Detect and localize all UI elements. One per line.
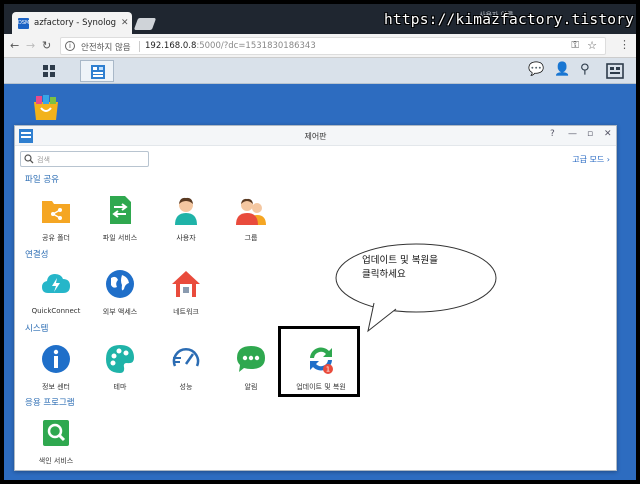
item-external-access[interactable]: 외부 액세스 [90, 269, 150, 317]
maximize-icon[interactable]: ▫ [587, 129, 593, 139]
user-icon [175, 197, 197, 225]
close-icon[interactable]: ✕ [604, 129, 612, 139]
speedometer-icon [172, 348, 200, 367]
chat-icon[interactable]: 💬 [528, 62, 544, 77]
callout-text: 업데이트 및 복원을 클릭하세요 [362, 254, 482, 282]
item-quickconnect[interactable]: QuickConnect [26, 269, 86, 315]
item-label: 정보 센터 [42, 383, 70, 391]
item-label: 그룹 [244, 234, 258, 242]
item-label: 성능 [179, 383, 193, 391]
forward-arrow-icon[interactable]: → [26, 39, 35, 52]
browser-menu-icon[interactable]: ⋮ [619, 38, 630, 51]
globe-icon [106, 270, 134, 298]
section-title-file-sharing: 파일 공유 [25, 175, 59, 185]
item-label: 파일 서비스 [102, 234, 138, 242]
item-label: 색인 서비스 [38, 457, 74, 465]
main-menu-button[interactable] [30, 61, 68, 81]
item-label: 테마 [113, 383, 127, 391]
shared-folder-icon [42, 201, 70, 223]
item-file-services[interactable]: 파일 서비스 [90, 195, 150, 243]
control-panel-window: 제어판 ? — ▫ ✕ 검색 고급 모드 › 파일 공유 공유 폴더 파일 서비… [14, 125, 617, 471]
user-icon[interactable]: 👤 [554, 62, 570, 77]
info-icon [42, 345, 70, 373]
item-indexing-service[interactable]: 색인 서비스 [26, 418, 86, 466]
address-toolbar: ← → ↻ i 안전하지 않음 192.168.0.8:5000/?dc=153… [4, 34, 636, 58]
advanced-mode-link[interactable]: 고급 모드 › [572, 154, 610, 165]
back-arrow-icon[interactable]: ← [10, 39, 19, 52]
widgets-icon[interactable] [606, 63, 624, 79]
item-label: 사용자 [176, 234, 196, 242]
highlight-box [278, 326, 360, 397]
url-path: :5000/?dc=1531830186343 [196, 41, 316, 51]
item-label: 외부 액세스 [102, 308, 138, 316]
section-title-connectivity: 연결성 [25, 250, 49, 260]
info-icon[interactable]: i [65, 41, 75, 51]
security-warning: 안전하지 않음 [81, 43, 131, 53]
callout-line-1: 업데이트 및 복원을 [362, 255, 438, 266]
minimize-icon[interactable]: — [568, 129, 577, 139]
speech-bubble-icon [237, 346, 265, 372]
quickconnect-icon [42, 274, 70, 293]
file-services-icon [110, 196, 131, 224]
advanced-mode-label: 고급 모드 [572, 155, 605, 164]
item-group[interactable]: 그룹 [221, 195, 281, 243]
item-label: 공유 폴더 [42, 234, 70, 242]
search-input[interactable]: 검색 [20, 151, 149, 167]
address-bar[interactable]: i 안전하지 않음 192.168.0.8:5000/?dc=153183018… [60, 37, 606, 55]
reload-icon[interactable]: ↻ [42, 39, 51, 52]
dsm-favicon-icon: DSM [18, 17, 29, 29]
item-shared-folder[interactable]: 공유 폴더 [26, 195, 86, 243]
control-panel-icon [91, 65, 105, 79]
search-icon [24, 154, 34, 164]
help-icon[interactable]: ? [550, 129, 555, 139]
screenshot-frame: DSM azfactory - Synology Di ✕ 사용자 이름 ← →… [4, 4, 636, 480]
callout-line-2: 클릭하세요 [362, 269, 406, 280]
indexing-search-icon [43, 420, 69, 446]
key-icon[interactable]: ⚿ [571, 40, 579, 51]
package-center-desktop-icon[interactable] [32, 94, 60, 120]
item-network[interactable]: 네트워크 [156, 269, 216, 317]
search-placeholder: 검색 [37, 156, 50, 164]
browser-tab[interactable]: DSM azfactory - Synology Di ✕ [12, 12, 132, 34]
item-notification[interactable]: 알림 [221, 344, 281, 392]
item-label: 네트워크 [173, 308, 199, 316]
palette-icon [106, 345, 134, 373]
section-title-system: 시스템 [25, 324, 49, 334]
control-panel-taskbar-button[interactable] [80, 60, 114, 82]
house-icon [172, 271, 200, 297]
item-user[interactable]: 사용자 [156, 195, 216, 243]
bookmark-star-icon[interactable]: ☆ [587, 39, 597, 52]
item-performance[interactable]: 성능 [156, 344, 216, 392]
group-icon [236, 198, 266, 225]
window-title: 제어판 [304, 132, 327, 141]
tab-title: azfactory - Synology Di [34, 18, 116, 28]
item-label: QuickConnect [31, 307, 81, 315]
search-icon[interactable]: ⚲ [580, 62, 590, 77]
item-theme[interactable]: 테마 [90, 344, 150, 392]
url-host: 192.168.0.8 [145, 41, 197, 51]
dsm-taskbar: 💬 👤 ⚲ [4, 58, 636, 84]
section-title-applications: 응용 프로그램 [25, 398, 75, 408]
new-tab-button[interactable] [133, 18, 157, 30]
close-tab-icon[interactable]: ✕ [121, 18, 129, 28]
url-text[interactable]: 192.168.0.8:5000/?dc=1531830186343 [145, 41, 316, 51]
window-header: 제어판 ? — ▫ ✕ [15, 126, 616, 146]
grid-icon [43, 65, 55, 77]
item-info-center[interactable]: 정보 센터 [26, 344, 86, 392]
item-label: 알림 [244, 383, 258, 391]
divider [139, 41, 140, 52]
watermark-text: https://kimazfactory.tistory.com [384, 12, 636, 28]
